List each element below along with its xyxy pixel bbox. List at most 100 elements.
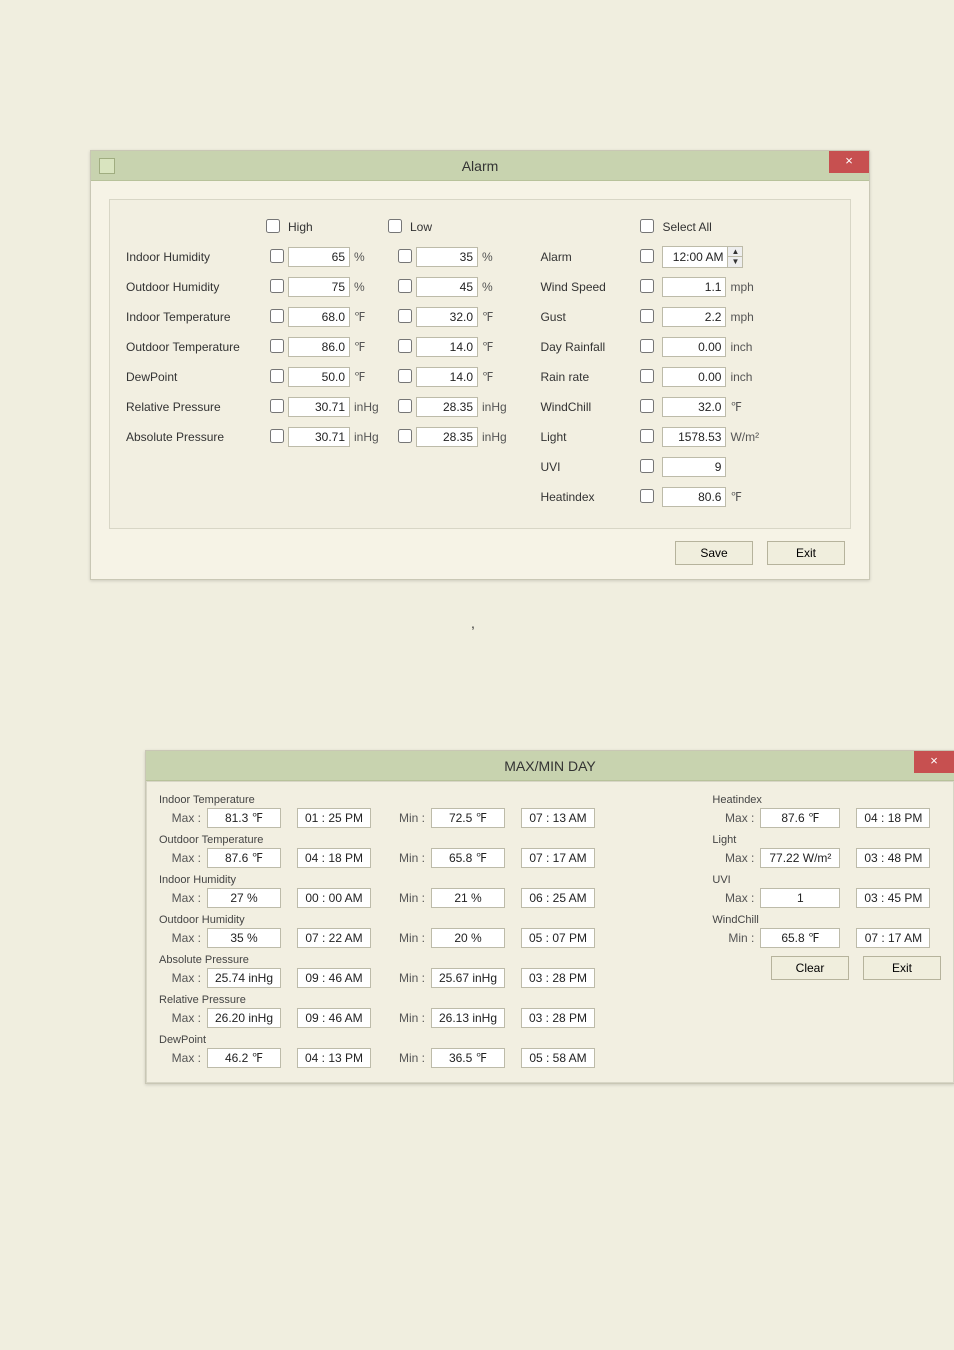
enable-checkbox[interactable] <box>640 459 654 473</box>
low-input[interactable] <box>416 247 478 267</box>
mm-row: Max :Min : <box>159 1006 706 1030</box>
value-input[interactable] <box>662 487 726 507</box>
alarm-row-label: Indoor Temperature <box>126 310 266 324</box>
close-icon[interactable]: × <box>914 751 954 773</box>
enable-checkbox[interactable] <box>640 399 654 413</box>
alarm-right-column: Select All Alarm▲▼Wind SpeedmphGustmphDa… <box>522 212 834 512</box>
min-label: Min : <box>387 971 431 985</box>
close-icon[interactable]: × <box>829 151 869 173</box>
enable-checkbox[interactable] <box>640 429 654 443</box>
high-all-checkbox[interactable] <box>266 219 280 233</box>
mm-row: Max :Min : <box>159 966 706 990</box>
enable-checkbox[interactable] <box>640 369 654 383</box>
low-input[interactable] <box>416 367 478 387</box>
enable-checkbox[interactable] <box>640 489 654 503</box>
min-value <box>431 848 505 868</box>
value-input[interactable] <box>662 367 726 387</box>
high-input[interactable] <box>288 307 350 327</box>
mm-section: WindChillMin : <box>712 914 941 950</box>
mm-section-label: Light <box>712 834 941 846</box>
mm-section: UVIMax : <box>712 874 941 910</box>
low-checkbox[interactable] <box>398 249 412 263</box>
enable-checkbox[interactable] <box>640 309 654 323</box>
unit-label: ℉ <box>350 310 382 324</box>
low-checkbox[interactable] <box>398 399 412 413</box>
high-checkbox[interactable] <box>270 279 284 293</box>
low-input[interactable] <box>416 307 478 327</box>
value-input[interactable] <box>662 337 726 357</box>
select-all-checkbox[interactable] <box>640 219 654 233</box>
max-label: Max : <box>159 931 207 945</box>
high-input[interactable] <box>288 277 350 297</box>
high-input[interactable] <box>288 247 350 267</box>
alarm-right-row: UVI <box>540 452 834 482</box>
alarm-right-row: Gustmph <box>540 302 834 332</box>
high-input[interactable] <box>288 337 350 357</box>
unit-label: ℉ <box>478 310 510 324</box>
mm-row: Max : <box>712 806 941 830</box>
select-all-row: Select All <box>540 212 834 242</box>
spin-up-icon[interactable]: ▲ <box>728 247 742 257</box>
mm-section-label: Outdoor Temperature <box>159 834 706 846</box>
high-checkbox[interactable] <box>270 369 284 383</box>
clear-button[interactable]: Clear <box>771 956 849 980</box>
low-input[interactable] <box>416 397 478 417</box>
spin-down-icon[interactable]: ▼ <box>728 257 742 267</box>
high-checkbox[interactable] <box>270 339 284 353</box>
max-time <box>297 1048 371 1068</box>
time-input[interactable] <box>663 247 727 267</box>
value-input[interactable] <box>662 457 726 477</box>
value-input[interactable] <box>662 307 726 327</box>
high-checkbox[interactable] <box>270 249 284 263</box>
alarm-row-label: DewPoint <box>126 370 266 384</box>
alarm-panel: High Low Indoor Humidity%%Outdoor Humidi… <box>109 199 851 529</box>
min-time <box>521 968 595 988</box>
high-checkbox[interactable] <box>270 399 284 413</box>
alarm-row: DewPoint℉℉ <box>126 362 522 392</box>
alarm-row: Outdoor Humidity%% <box>126 272 522 302</box>
value-input[interactable] <box>662 277 726 297</box>
mm-row: Max :Min : <box>159 846 706 870</box>
min-value <box>431 1008 505 1028</box>
low-input[interactable] <box>416 427 478 447</box>
low-all-checkbox[interactable] <box>388 219 402 233</box>
exit-button[interactable]: Exit <box>767 541 845 565</box>
unit-label: % <box>478 280 510 294</box>
time-spinner[interactable]: ▲▼ <box>662 246 743 268</box>
enable-checkbox[interactable] <box>640 279 654 293</box>
min-value <box>431 888 505 908</box>
mm-section-label: WindChill <box>712 914 941 926</box>
save-button[interactable]: Save <box>675 541 753 565</box>
value-input[interactable] <box>662 427 726 447</box>
mm-section: Indoor HumidityMax :Min : <box>159 874 706 910</box>
unit-label: ℉ <box>726 490 760 504</box>
high-input[interactable] <box>288 427 350 447</box>
min-label: Min : <box>387 1051 431 1065</box>
low-input[interactable] <box>416 277 478 297</box>
enable-checkbox[interactable] <box>640 339 654 353</box>
exit-button[interactable]: Exit <box>863 956 941 980</box>
max-value <box>207 808 281 828</box>
low-checkbox[interactable] <box>398 369 412 383</box>
unit-label: inHg <box>478 400 510 414</box>
alarm-grid-header: High Low <box>126 212 522 242</box>
low-checkbox[interactable] <box>398 279 412 293</box>
low-checkbox[interactable] <box>398 339 412 353</box>
high-input[interactable] <box>288 397 350 417</box>
high-checkbox[interactable] <box>270 309 284 323</box>
alarm-grid-left: High Low Indoor Humidity%%Outdoor Humidi… <box>126 212 522 512</box>
mm-row: Max : <box>712 846 941 870</box>
alarm-right-row: Wind Speedmph <box>540 272 834 302</box>
mm-row: Max :Min : <box>159 806 706 830</box>
low-checkbox[interactable] <box>398 429 412 443</box>
mm-right-time <box>856 848 930 868</box>
mm-right-value <box>760 848 840 868</box>
low-checkbox[interactable] <box>398 309 412 323</box>
low-input[interactable] <box>416 337 478 357</box>
value-input[interactable] <box>662 397 726 417</box>
unit-label: % <box>350 280 382 294</box>
high-input[interactable] <box>288 367 350 387</box>
high-checkbox[interactable] <box>270 429 284 443</box>
alarm-right-row: WindChill℉ <box>540 392 834 422</box>
enable-checkbox[interactable] <box>640 249 654 263</box>
